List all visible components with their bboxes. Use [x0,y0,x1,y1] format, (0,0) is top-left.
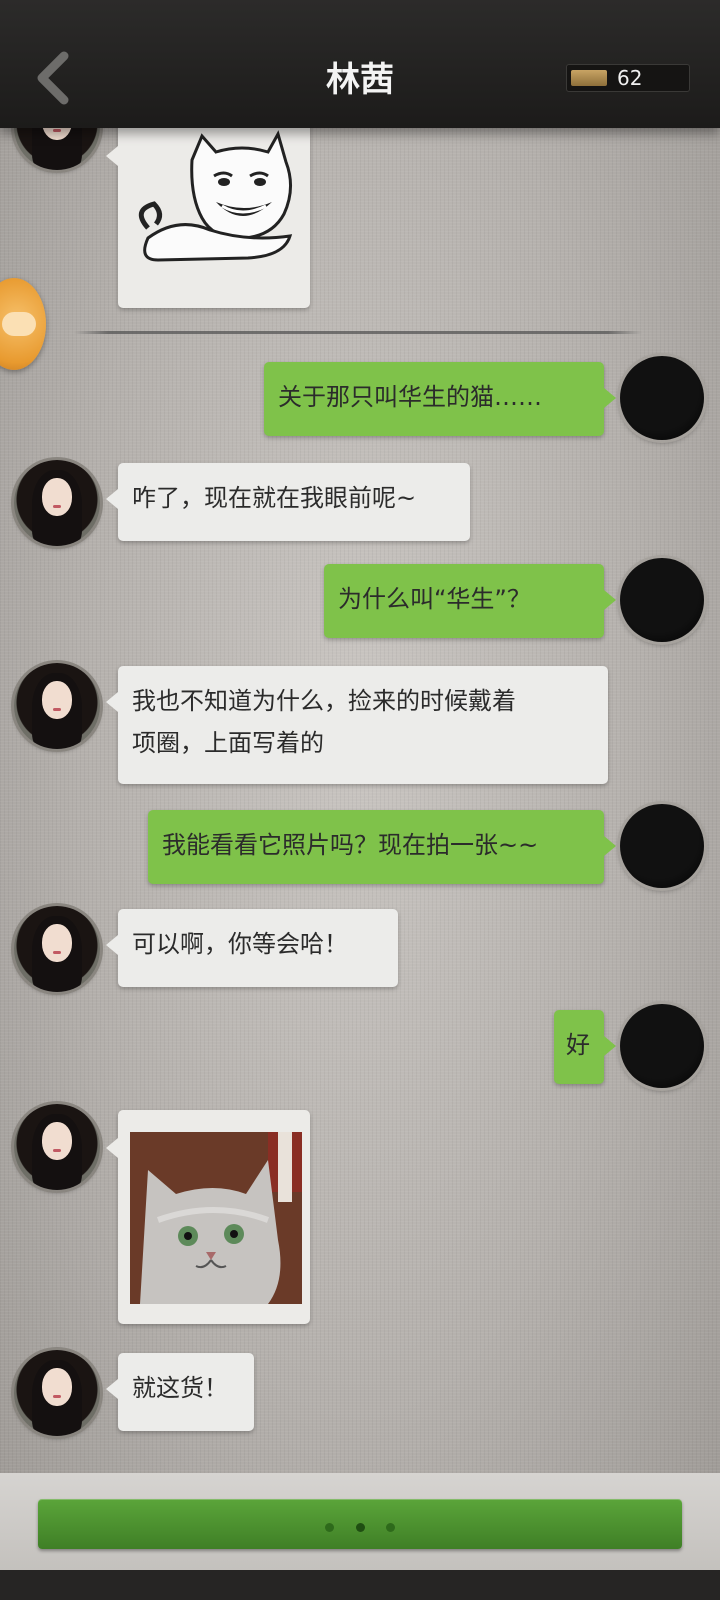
meme-sticker-icon [138,130,293,262]
message-text-line-1: 我也不知道为什么，捡来的时候戴着 [132,687,516,715]
user-avatar[interactable] [620,356,704,440]
counter-gold-bar-icon [571,70,607,86]
counter-value: 62 [617,66,643,90]
received-message[interactable]: 我也不知道为什么，捡来的时候戴着 项圈，上面写着的 [106,666,608,784]
typing-indicator [38,1517,682,1536]
section-divider [74,331,642,334]
received-message[interactable]: 咋了，现在就在我眼前呢~ [106,463,470,541]
message-text: 我能看看它照片吗？现在拍一张~~ [162,831,539,859]
contact-avatar[interactable] [14,460,100,546]
contact-avatar[interactable] [14,1104,100,1190]
message-text: 好 [566,1031,590,1059]
message-text: 关于那只叫华生的猫…… [278,383,542,411]
message-text: 为什么叫“华生”？ [338,585,531,613]
sent-message[interactable]: 好 [554,1010,616,1084]
message-text: 可以啊，你等会哈！ [132,930,348,958]
message-text: 咋了，现在就在我眼前呢~ [132,484,417,512]
pager-dot [385,1523,395,1532]
contact-avatar[interactable] [14,1350,100,1436]
currency-counter: 62 [566,64,690,92]
sent-message[interactable]: 关于那只叫华生的猫…… [264,362,616,436]
user-avatar[interactable] [620,804,704,888]
top-bar: 林茜 62 [0,0,720,128]
received-message[interactable]: 可以啊，你等会哈！ [106,909,398,987]
user-avatar[interactable] [620,558,704,642]
bottom-panel [0,1473,720,1600]
message-text-line-2: 项圈，上面写着的 [132,729,324,757]
sticker-message[interactable] [106,128,310,308]
sent-message[interactable]: 我能看看它照片吗？现在拍一张~~ [148,810,616,884]
cat-photo-icon [130,1132,302,1304]
pager-dot-active [355,1523,365,1532]
chat-history[interactable]: 关于那只叫华生的猫…… 咋了，现在就在我眼前呢~ 为什么叫“华生”？ 我也不知道… [0,128,720,1473]
reply-options-button[interactable] [38,1499,682,1549]
photo-message[interactable] [106,1110,310,1324]
sent-message[interactable]: 为什么叫“华生”？ [324,564,616,638]
gamepad-icon [2,312,36,336]
received-message[interactable]: 就这货！ [106,1353,254,1431]
contact-avatar[interactable] [14,906,100,992]
contact-avatar[interactable] [14,663,100,749]
gamepad-float-button[interactable] [0,278,46,370]
contact-avatar[interactable] [14,128,100,170]
user-avatar[interactable] [620,1004,704,1088]
pager-dot [325,1523,335,1532]
message-text: 就这货！ [132,1374,228,1402]
